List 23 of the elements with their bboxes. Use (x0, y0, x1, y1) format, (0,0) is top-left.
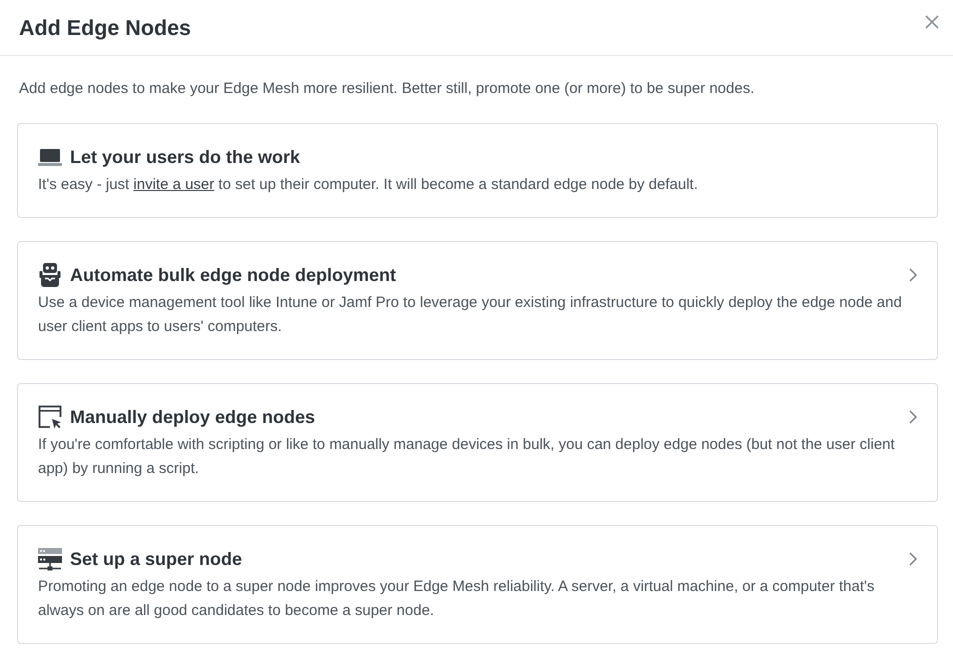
option-description: Use a device management tool like Intune or Jamf Pro to leverage your existing infrastructure to quickly deploy the edge node and user client apps to users' computers. (38, 293, 903, 337)
close-button[interactable] (925, 14, 939, 28)
option-description: Promoting an edge node to a super node improves your Edge Mesh reliability. A server, a virtual machine, or a computer that's always on are all good candidates to become a super node. (38, 577, 876, 621)
option-card[interactable] (17, 241, 938, 360)
inline-link[interactable]: invite a user (133, 176, 214, 193)
option-card[interactable]: Manually deploy edge nodes If you're comfortable with scripting or like to manually manage devices in bulk, you can deploy edge nodes (but not the user client app) by running a script. (17, 383, 938, 502)
chevron-right-icon (909, 268, 917, 282)
chevron-right-icon (909, 552, 917, 566)
option-title: Let your users do the work (70, 146, 302, 169)
option-description: If you're comfortable with scripting or like to manually manage devices in bulk, you can deploy edge nodes (but not the user client app) by running a script. (38, 435, 896, 479)
option-card[interactable] (17, 525, 938, 644)
window-cursor-icon (38, 405, 62, 429)
robot-icon (39, 263, 61, 287)
dialog-title: Add Edge Nodes (19, 15, 192, 41)
laptop-icon (38, 148, 62, 166)
intro-text: Add edge nodes to make your Edge Mesh more resilient. Better still, promote one (or more) to be super nodes. (19, 79, 756, 99)
option-description: It's easy - just invite a user to set up their computer. It will become a standard edge node by default. (38, 175, 699, 195)
option-title: Automate bulk edge node deployment (70, 264, 398, 287)
server-icon (38, 548, 62, 570)
chevron-right-icon (909, 410, 917, 424)
close-icon (925, 14, 939, 28)
option-title: Set up a super node (70, 548, 244, 571)
option-title: Manually deploy edge nodes (70, 406, 316, 429)
